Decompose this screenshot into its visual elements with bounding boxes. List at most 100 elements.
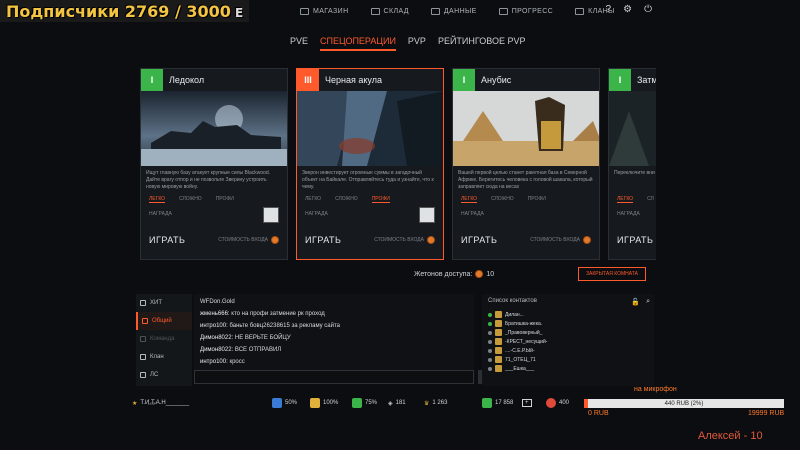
chat-tab-label: Общий <box>152 318 172 324</box>
difficulty-hard[interactable]: СЛОЖНО <box>179 196 202 203</box>
chat-input[interactable] <box>194 370 474 384</box>
vp-boost: 75% <box>352 398 377 408</box>
entry-cost-label: СТОИМОСТЬ ВХОДА <box>374 237 424 243</box>
card-description: Переключите вни помогает неск Черный лун… <box>614 170 656 176</box>
contact-item[interactable]: Дилан... <box>488 310 648 319</box>
dollar-icon <box>482 398 492 408</box>
tab-ranked-pvp[interactable]: РЕЙТИНГОВОЕ PVP <box>438 36 526 51</box>
mission-card-black-shark[interactable]: III Черная акула Зверон инвестирует огро… <box>296 68 444 260</box>
add-funds-button[interactable]: + <box>522 399 532 407</box>
help-icon[interactable]: ? <box>606 4 612 15</box>
mission-image-black-shark <box>297 91 443 166</box>
difficulty-pro[interactable]: ПРОФИ <box>371 196 390 203</box>
difficulty-easy[interactable]: ЛЕГКО <box>305 196 321 203</box>
megaphone-icon <box>142 318 148 324</box>
nav-shop[interactable]: МАГАЗИН <box>300 7 349 15</box>
difficulty-hard[interactable]: СЛ <box>647 196 654 203</box>
donation-amount: 440 RUB (2%) <box>664 400 704 407</box>
play-button[interactable]: ИГРАТЬ <box>305 235 341 245</box>
nav-shop-label: МАГАЗИН <box>313 7 349 15</box>
card-description: Ищут главную базу атакует крупные силы B… <box>146 170 271 190</box>
play-button[interactable]: ИГРАТЬ <box>461 235 497 245</box>
crowns-count: ♛ 1 263 <box>424 400 447 407</box>
player-profile[interactable]: ★ Т.И.Т.А.Н_______ <box>132 400 189 407</box>
mission-card-eclipse[interactable]: I Затм Переключите вни помогает неск Чер… <box>608 68 656 260</box>
reward-icon[interactable] <box>419 207 435 223</box>
chat-tab-clan[interactable]: Клан <box>136 348 192 366</box>
difficulty-pro[interactable]: ПРОФИ <box>528 196 546 203</box>
nav-storage[interactable]: СКЛАД <box>370 7 409 15</box>
search-icon[interactable]: ⌕ <box>646 298 650 306</box>
contact-item[interactable]: Братишка-жека. <box>488 319 648 328</box>
difficulty-hard[interactable]: СЛОЖНО <box>335 196 358 203</box>
closed-room-button[interactable]: ЗАКРЫТАЯ КОМНАТА <box>578 267 646 281</box>
rank-icon <box>495 338 502 345</box>
entry-cost: СТОИМОСТЬ ВХОДА <box>374 236 435 244</box>
plus-icon: + <box>522 399 532 407</box>
tier-badge: III <box>297 69 319 91</box>
tab-special-ops[interactable]: СПЕЦОПЕРАЦИИ <box>320 36 396 51</box>
play-button[interactable]: ИГРАТЬ <box>149 235 185 245</box>
tab-pve[interactable]: PVE <box>290 36 308 51</box>
crowns-value: 1 263 <box>432 400 448 406</box>
difficulty-easy[interactable]: ЛЕГКО <box>461 196 478 203</box>
contact-item[interactable]: -КРЕСТ_несущий- <box>488 337 648 346</box>
card-header: I Затм <box>609 69 656 91</box>
nav-data[interactable]: ДАННЫЕ <box>430 7 477 15</box>
rank-icon <box>495 311 502 318</box>
reward-label: НАГРАДА <box>617 211 640 217</box>
contact-name: Братишка-жека. <box>505 320 543 327</box>
reward-section: НАГРАДА <box>141 203 287 229</box>
chat-user[interactable]: Димон8022: <box>200 347 233 353</box>
mission-image-icebreaker <box>141 91 287 166</box>
card-footer: ИГРАТЬ СТОИМОСТЬ ВХОДА <box>297 229 443 251</box>
nav-storage-label: СКЛАД <box>383 7 409 15</box>
achievement-value: 181 <box>395 400 406 406</box>
achievement-count: ◈ 181 <box>388 400 406 407</box>
power-icon[interactable]: ⏻ <box>644 4 652 15</box>
rank-icon <box>495 356 502 363</box>
contact-item[interactable]: 71_ОТЕЦ_71 <box>488 355 648 364</box>
nav-progress-label: ПРОГРЕСС <box>511 7 554 15</box>
chat-user[interactable]: жмень666: <box>200 311 230 317</box>
chat-message: интро100: баньте бовц26238615 за рекламу… <box>200 320 468 332</box>
play-button[interactable]: ИГРАТЬ <box>617 235 653 245</box>
mission-card-icebreaker[interactable]: I Ледокол Ищут главную базу атакует круп… <box>140 68 288 260</box>
difficulty-hard[interactable]: СЛОЖНО <box>491 196 514 203</box>
nav-progress[interactable]: ПРОГРЕСС <box>498 7 554 15</box>
chat-user[interactable]: Димон8022: <box>200 335 233 341</box>
chat-tab-label: ЛС <box>150 372 159 378</box>
cart-icon <box>300 7 309 15</box>
mission-image-anubis <box>453 91 599 166</box>
chat-tab-hit[interactable]: ХИТ <box>136 294 192 312</box>
contact-name: ___Ешка___ <box>505 365 535 372</box>
contact-item[interactable]: ....-С.Е.Р.Ый- <box>488 346 648 355</box>
chat-user[interactable]: интро100: <box>200 359 228 365</box>
contact-item[interactable]: _Правоверный_ <box>488 328 648 337</box>
chat-tab-team[interactable]: Команда <box>136 330 192 348</box>
chat-tab-general[interactable]: Общий <box>136 312 192 330</box>
offline-status-icon <box>488 339 492 344</box>
difficulty-easy[interactable]: ЛЕГКО <box>617 196 634 203</box>
contact-item[interactable]: ___Ешка___ <box>488 364 648 373</box>
lock-icon[interactable]: 🔓 <box>631 298 640 306</box>
card-footer: ИГРАТЬ <box>609 229 656 251</box>
card-title: Ледокол <box>169 75 205 85</box>
gear-icon[interactable]: ⚙ <box>623 4 632 15</box>
donation-max: 19999 RUB <box>748 410 785 417</box>
tab-pvp[interactable]: PVP <box>408 36 426 51</box>
mission-card-anubis[interactable]: I Анубис Вашей первой целью станет ракет… <box>452 68 600 260</box>
contact-list: Список контактов Дилан... Братишка-жека.… <box>482 294 654 386</box>
chat-message: Димон8022: НЕ ВЕРЬТЕ БОЙЦУ <box>200 332 468 344</box>
chat-text: WFDon.Gold <box>200 299 235 305</box>
difficulty-pro[interactable]: ПРОФИ <box>216 196 234 203</box>
reward-icon[interactable] <box>263 207 279 223</box>
card-description: Зверон инвестирует огромные суммы в зага… <box>302 170 434 190</box>
chat-log[interactable]: WFDon.Gold жмень666: кто на профи затмен… <box>194 294 474 370</box>
reward-section: НАГРАДА <box>609 203 656 229</box>
team-icon <box>140 336 146 342</box>
chat-text: НЕ ВЕРЬТЕ БОЙЦУ <box>234 335 291 341</box>
chat-tab-private[interactable]: ЛС <box>136 366 192 384</box>
difficulty-easy[interactable]: ЛЕГКО <box>149 196 166 203</box>
chat-user[interactable]: интро100: <box>200 323 228 329</box>
